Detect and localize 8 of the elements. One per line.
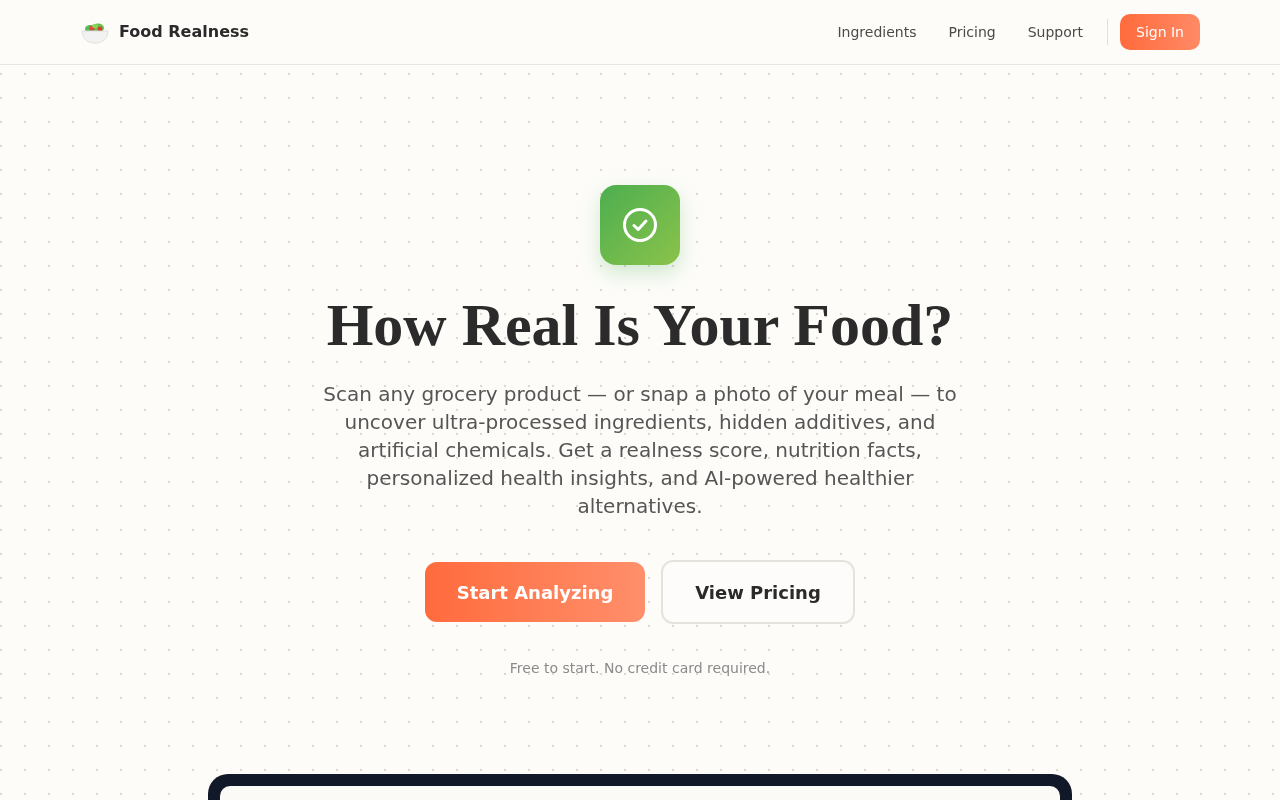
- signup-note: Free to start. No credit card required.: [509, 659, 771, 678]
- secondary-button[interactable]: View Pricing: [661, 560, 855, 624]
- brand-name: Food Realness: [119, 21, 250, 43]
- nav-link[interactable]: Pricing: [948, 21, 996, 43]
- nav-link[interactable]: Ingredients: [837, 21, 917, 43]
- nav-link[interactable]: Support: [1027, 21, 1083, 43]
- hero-description: Scan any grocery product — or snap a photo of your meal — to uncover ultra-processed ingredients, hidden additives, and artificial chemicals. Get a realness score, nutrition facts, personalized health insights, and AI-powered healthier alternatives.: [322, 381, 958, 520]
- hero-title: How Real Is Your Food?: [326, 292, 954, 358]
